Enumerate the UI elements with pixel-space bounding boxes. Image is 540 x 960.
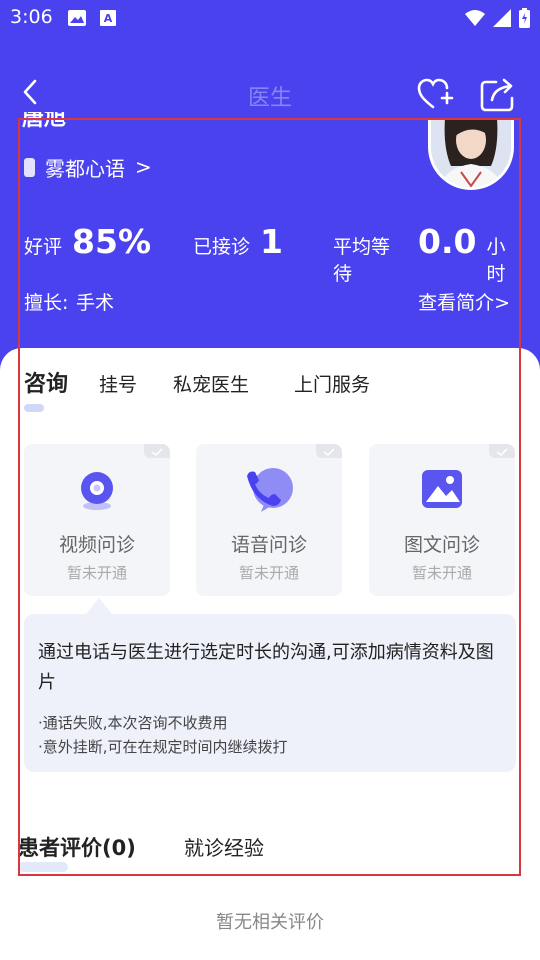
tab-visit-experience[interactable]: 就诊经验 xyxy=(184,832,264,861)
specialty-label: 擅长: xyxy=(24,292,69,314)
consults-label: 已接诊 xyxy=(193,236,251,258)
service-name: 视频问诊 xyxy=(58,534,135,556)
favorite-button[interactable] xyxy=(416,76,454,112)
service-name: 语音问诊 xyxy=(230,534,307,556)
voice-consult-card[interactable]: 语音问诊 暂未开通 xyxy=(196,444,342,596)
info-pointer xyxy=(86,598,112,614)
signal-icon xyxy=(493,9,511,31)
specialty-value: 手术 xyxy=(76,292,115,314)
page-title: 医生 xyxy=(247,86,292,111)
image-icon xyxy=(412,462,472,522)
heart-plus-icon xyxy=(416,78,454,116)
service-note: ·通话失败,本次咨询不收费用 xyxy=(38,714,228,732)
wait-stat: 平均等待 0.0 小时 xyxy=(333,222,524,286)
tab-home-service[interactable]: 上门服务 xyxy=(294,370,370,397)
hospital-tag-icon xyxy=(24,157,35,177)
wait-label: 平均等待 xyxy=(333,236,391,285)
status-bar: 3:06 A xyxy=(0,0,540,38)
video-consult-card[interactable]: 视频问诊 暂未开通 xyxy=(24,444,170,596)
wifi-icon xyxy=(465,10,485,30)
battery-icon xyxy=(519,8,530,32)
rating-stat: 好评 85% xyxy=(24,222,151,261)
content-card: 咨询 挂号 私宠医生 上门服务 视频问诊 暂未开通 语音问诊 暂未开通 图文问诊… xyxy=(0,348,540,960)
consults-stat: 已接诊 1 xyxy=(193,222,283,261)
video-camera-icon xyxy=(67,462,127,522)
active-tab-indicator xyxy=(24,404,44,412)
rating-value: 85% xyxy=(72,222,152,261)
tab-consult[interactable]: 咨询 xyxy=(24,366,68,398)
doctor-name: 唐旭 xyxy=(22,112,67,130)
share-button[interactable] xyxy=(478,76,518,112)
service-description: 通过电话与医生进行选定时长的沟通,可添加病情资料及图片 xyxy=(38,642,494,693)
active-review-tab-indicator xyxy=(18,862,68,872)
status-time: 3:06 xyxy=(10,6,53,28)
header-background xyxy=(0,0,540,400)
font-icon: A xyxy=(100,10,116,30)
rating-label: 好评 xyxy=(24,236,63,258)
empty-reviews-text: 暂无相关评价 xyxy=(216,912,324,933)
svg-text:A: A xyxy=(104,12,113,25)
check-icon xyxy=(316,444,342,458)
service-status: 暂未开通 xyxy=(238,564,299,582)
image-text-consult-card[interactable]: 图文问诊 暂未开通 xyxy=(369,444,515,596)
hospital-name: 雾都心语 xyxy=(45,156,125,181)
tab-private-doctor[interactable]: 私宠医生 xyxy=(173,370,249,397)
service-status: 暂未开通 xyxy=(66,564,127,582)
tab-patient-reviews[interactable]: 患者评价(0) xyxy=(18,832,136,862)
share-icon xyxy=(478,78,518,116)
phone-chat-icon xyxy=(239,462,299,522)
image-icon xyxy=(68,10,86,30)
doctor-stats: 好评 85% 已接诊 1 平均等待 0.0 小时 xyxy=(24,222,524,285)
check-icon xyxy=(489,444,515,458)
wait-unit: 小时 xyxy=(486,236,506,285)
consults-value: 1 xyxy=(260,222,283,261)
chevron-right-icon: > xyxy=(135,155,152,179)
service-name: 图文问诊 xyxy=(403,534,480,556)
service-status: 暂未开通 xyxy=(411,564,472,582)
wait-value: 0.0 xyxy=(418,222,477,261)
view-intro-link[interactable]: 查看简介> xyxy=(418,288,510,315)
tab-registration[interactable]: 挂号 xyxy=(99,370,137,397)
service-info-box: 通过电话与医生进行选定时长的沟通,可添加病情资料及图片 ·通话失败,本次咨询不收… xyxy=(24,614,516,772)
service-note: ·意外挂断,可在在规定时间内继续拨打 xyxy=(38,738,288,756)
specialty-row: 擅长: 手术 查看简介> xyxy=(24,286,514,316)
check-icon xyxy=(144,444,170,458)
hospital-link[interactable]: 雾都心语 > xyxy=(24,152,152,182)
